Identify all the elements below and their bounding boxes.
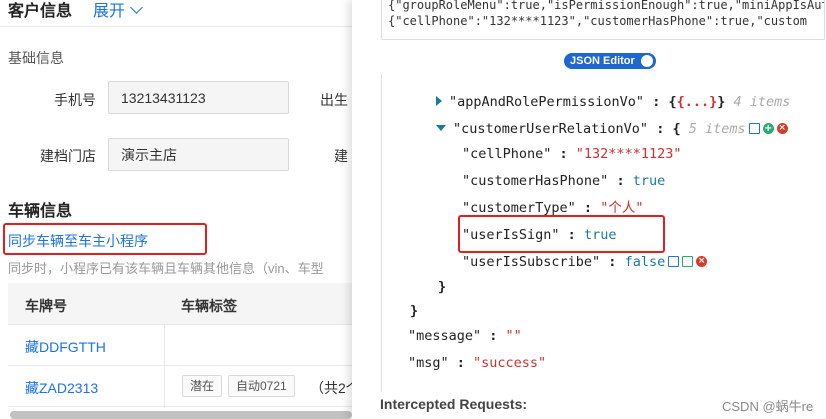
- field-value[interactable]: false: [625, 254, 666, 270]
- collapse-arrow-icon[interactable]: [436, 125, 446, 131]
- json-viewer-pane: {"groupRoleMenu":true,"isPermissionEnoug…: [352, 0, 826, 419]
- field-value[interactable]: "": [506, 328, 522, 344]
- basic-info-subtitle: 基础信息: [8, 50, 64, 66]
- tree-field: "message" : "": [408, 328, 522, 344]
- edit-icon[interactable]: [682, 255, 694, 267]
- watermark: CSDN @蜗牛re: [722, 399, 814, 414]
- expand-toggle[interactable]: 展开: [93, 0, 143, 21]
- expand-arrow-icon[interactable]: [436, 96, 442, 106]
- delete-icon[interactable]: ×: [696, 255, 708, 267]
- column-tags: 车辆标签: [181, 298, 237, 314]
- vehicle-info-title: 车辆信息: [8, 203, 73, 220]
- tree-node-collapsed[interactable]: "appAndRolePermissionVo" : {{...}} 4 ite…: [436, 93, 790, 111]
- field-value[interactable]: "个人": [600, 200, 643, 216]
- phone-label: 手机号: [54, 92, 96, 108]
- highlight-box-usersign: [458, 215, 665, 253]
- field-value[interactable]: "success": [473, 355, 546, 371]
- section-divider: [0, 26, 352, 27]
- raw-json-box[interactable]: {"groupRoleMenu":true,"isPermissionEnoug…: [381, 0, 825, 40]
- closing-brace: }: [410, 303, 419, 319]
- customer-info-title: 客户信息: [8, 3, 73, 20]
- json-editor-button[interactable]: JSON Editor: [564, 53, 656, 69]
- column-divider: [164, 325, 165, 408]
- table-header: 车牌号 车辆标签: [8, 283, 352, 325]
- json-editor-label: JSON Editor: [570, 55, 635, 67]
- tree-guide-line: [381, 74, 382, 392]
- sync-hint: 同步时，小程序已有该车辆且车辆其他信息（vin、车型: [8, 261, 324, 276]
- customer-detail-pane: 客户信息 展开 基础信息 手机号 13213431123 出生 建档门店 演示主…: [0, 0, 352, 419]
- plate-link[interactable]: 藏DDFGTTH: [25, 337, 106, 357]
- expand-label: 展开: [93, 3, 126, 20]
- field-value[interactable]: "132****1123": [576, 146, 682, 162]
- tag-count: （共2个: [310, 380, 352, 396]
- store-field[interactable]: 演示主店: [108, 138, 289, 171]
- field-key: "userIsSubscribe": [462, 254, 601, 270]
- column-plate: 车牌号: [25, 298, 67, 314]
- node-key: "appAndRolePermissionVo": [449, 94, 645, 110]
- field-key: "customerHasPhone": [462, 173, 609, 189]
- birthday-label: 出生: [320, 92, 348, 108]
- horizontal-scrollbar[interactable]: [10, 411, 352, 419]
- field-value[interactable]: true: [633, 173, 666, 189]
- intercepted-requests-label: Intercepted Requests:: [380, 396, 528, 412]
- field-key: "msg": [408, 355, 449, 371]
- chevron-down-icon: [130, 1, 143, 14]
- field-key: "message": [408, 328, 482, 344]
- copy-icon[interactable]: [668, 255, 680, 267]
- tree-node-expanded[interactable]: "customerUserRelationVo" : { 5 items + ×: [436, 120, 788, 138]
- copy-icon[interactable]: [748, 122, 760, 134]
- tree-field: "msg" : "success": [408, 355, 547, 371]
- raw-json-line: {"groupRoleMenu":true,"isPermissionEnoug…: [388, 0, 825, 12]
- tree-field: "customerHasPhone" : true: [462, 173, 666, 189]
- highlight-box-sync: [3, 223, 207, 255]
- delete-icon[interactable]: ×: [776, 122, 788, 134]
- node-preview: {...}: [676, 94, 718, 110]
- phone-field[interactable]: 13213431123: [108, 81, 289, 114]
- tree-field: "cellPhone" : "132****1123": [462, 146, 682, 162]
- node-key: "customerUserRelationVo": [453, 121, 649, 137]
- plate-link[interactable]: 藏ZAD2313: [25, 378, 98, 398]
- raw-json-line: {"cellPhone":"132****1123","customerHasP…: [388, 14, 808, 28]
- closing-brace: }: [438, 279, 447, 295]
- store-right-label: 建: [334, 148, 348, 164]
- store-label: 建档门店: [40, 148, 96, 164]
- field-key: "customerType": [462, 200, 576, 216]
- toggle-icon: [641, 55, 653, 67]
- table-row: 藏DDFGTTH: [8, 325, 352, 366]
- tag-badge: 自动0721: [228, 375, 295, 397]
- node-meta: 4 items: [733, 94, 791, 110]
- tree-field: "userIsSubscribe" : false ×: [462, 254, 708, 270]
- table-row: 藏ZAD2313 潜在 自动0721 （共2个: [8, 366, 352, 407]
- field-key: "cellPhone": [462, 146, 552, 162]
- node-meta: 5 items: [688, 121, 746, 137]
- add-icon[interactable]: +: [762, 122, 774, 134]
- tag-badge: 潜在: [182, 375, 223, 397]
